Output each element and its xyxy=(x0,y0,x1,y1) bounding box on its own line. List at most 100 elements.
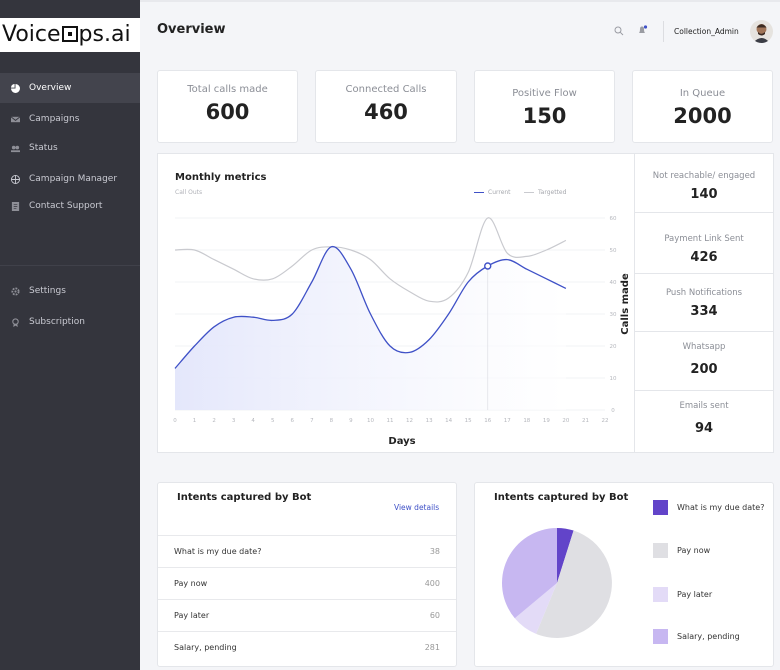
x-tick-label: 20 xyxy=(562,418,569,424)
sidebar-item-campaigns[interactable]: Campaigns xyxy=(0,104,140,134)
side-stat-not-reachable: Not reachable/ engaged 140 xyxy=(634,153,774,213)
brand-text-post: ps.ai xyxy=(78,22,131,47)
x-tick-label: 13 xyxy=(426,418,433,424)
sidebar-item-label: Settings xyxy=(29,286,66,296)
legend-targetted[interactable]: Targetted xyxy=(524,189,566,196)
row-value: 400 xyxy=(424,579,440,588)
side-stat-label: Emails sent xyxy=(679,401,729,411)
legend-label: What is my due date? xyxy=(677,503,765,512)
search-icon[interactable] xyxy=(614,26,624,36)
side-stat-value: 426 xyxy=(690,250,718,265)
stat-value: 600 xyxy=(205,100,250,124)
pie-legend-item[interactable]: What is my due date? xyxy=(653,500,764,515)
x-tick-label: 18 xyxy=(523,418,530,424)
side-stat-push-notifications: Push Notifications 334 xyxy=(634,274,774,332)
side-stat-whatsapp: Whatsapp 200 xyxy=(634,332,774,391)
current-area xyxy=(175,246,566,410)
row-label: Pay now xyxy=(174,579,208,588)
x-tick-label: 2 xyxy=(212,418,216,424)
legend-label: Pay later xyxy=(677,590,713,599)
legend-current[interactable]: Current xyxy=(474,189,511,196)
sidebar-item-label: Campaigns xyxy=(29,114,80,124)
bell-icon[interactable] xyxy=(637,25,648,36)
row-value: 38 xyxy=(429,547,440,556)
side-stat-label: Payment Link Sent xyxy=(664,234,744,244)
intents-list-title: Intents captured by Bot xyxy=(177,492,312,503)
y-tick-label: 30 xyxy=(610,312,617,318)
sidebar-divider xyxy=(0,265,140,266)
legend-current-swatch xyxy=(474,191,484,194)
x-tick-label: 16 xyxy=(484,418,491,424)
side-stat-label: Push Notifications xyxy=(665,288,743,298)
x-tick-label: 3 xyxy=(232,418,236,424)
gear-icon xyxy=(11,286,20,296)
legend-targetted-swatch xyxy=(524,191,534,194)
side-stat-payment-link: Payment Link Sent 426 xyxy=(634,213,774,274)
sidebar: Voice ps.ai Overview Campaigns Status Cam… xyxy=(0,0,140,670)
x-tick-label: 1 xyxy=(193,418,197,424)
line-chart: 01020304050600 1 2 3 4 5 6 7 8 9 10 11 12 13 14 15 16 17 1… xyxy=(173,216,631,447)
legend-swatch xyxy=(653,587,668,602)
side-stat-value: 334 xyxy=(690,304,718,319)
sidebar-item-contact-support[interactable]: Contact Support xyxy=(0,191,140,221)
stat-label: Connected Calls xyxy=(345,84,427,95)
avatar-icon xyxy=(753,24,770,43)
x-tick-label: 6 xyxy=(291,418,295,424)
current-marker-point[interactable] xyxy=(484,262,492,270)
brand-text-pre: Voice xyxy=(2,22,61,47)
y-tick-label: 50 xyxy=(610,248,617,254)
row-value: 60 xyxy=(429,611,440,620)
table-row[interactable]: Salary, pending 281 xyxy=(158,631,456,663)
legend-label: Pay now xyxy=(677,546,711,555)
view-details-link[interactable]: View details xyxy=(394,503,439,512)
x-tick-label: 5 xyxy=(271,418,275,424)
sidebar-item-status[interactable]: Status xyxy=(0,133,140,163)
pie-legend-item[interactable]: Pay later xyxy=(653,587,712,602)
pie-legend-item[interactable]: Pay now xyxy=(653,543,710,558)
stat-card-connected-calls: Connected Calls 460 xyxy=(315,70,457,143)
x-tick-label: 4 xyxy=(251,418,255,424)
sidebar-item-campaign-manager[interactable]: Campaign Manager xyxy=(0,164,140,194)
y-tick-label: 10 xyxy=(610,376,617,382)
sidebar-item-label: Status xyxy=(29,143,58,153)
x-tick-label: 14 xyxy=(445,418,452,424)
x-tick-label: 10 xyxy=(367,418,374,424)
sidebar-item-settings[interactable]: Settings xyxy=(0,276,140,306)
y-tick-label: 20 xyxy=(610,344,617,350)
brand-logo[interactable]: Voice ps.ai xyxy=(0,18,140,52)
top-border xyxy=(140,0,780,2)
stat-value: 150 xyxy=(522,104,567,128)
pie-icon xyxy=(11,83,20,93)
x-tick-label: 7 xyxy=(310,418,314,424)
header-divider xyxy=(663,21,664,42)
sidebar-item-overview[interactable]: Overview xyxy=(0,73,140,103)
x-tick-label: 12 xyxy=(406,418,413,424)
x-tick-label: 9 xyxy=(349,418,353,424)
page-title: Overview xyxy=(157,22,226,37)
avatar[interactable] xyxy=(750,20,773,43)
sidebar-item-subscription[interactable]: Subscription xyxy=(0,307,140,337)
document-icon xyxy=(11,201,20,211)
legend-swatch xyxy=(653,500,668,515)
stat-value: 2000 xyxy=(673,104,732,128)
stat-card-total-calls: Total calls made 600 xyxy=(157,70,298,143)
pie-chart xyxy=(501,528,612,638)
stat-card-positive-flow: Positive Flow 150 xyxy=(474,70,615,143)
username[interactable]: Collection_Admin xyxy=(674,27,739,36)
table-row[interactable]: Pay later 60 xyxy=(158,599,456,631)
x-tick-label: 21 xyxy=(582,418,589,424)
side-stat-value: 94 xyxy=(694,421,714,436)
table-row[interactable]: Pay now 400 xyxy=(158,567,456,599)
chart-title: Monthly metrics xyxy=(175,172,267,183)
stat-label: Positive Flow xyxy=(512,88,577,99)
row-value: 281 xyxy=(424,643,440,652)
pie-chart-title: Intents captured by Bot xyxy=(494,492,629,503)
y-tick-label: 40 xyxy=(610,280,617,286)
brand-logo-icon xyxy=(61,26,78,42)
x-tick-label: 11 xyxy=(387,418,394,424)
stat-value: 460 xyxy=(364,100,408,124)
x-tick-label: 0 xyxy=(173,418,177,424)
table-row[interactable]: What is my due date? 38 xyxy=(158,535,456,567)
pie-legend-item[interactable]: Salary, pending xyxy=(653,629,740,644)
legend-label: Current xyxy=(488,189,511,196)
